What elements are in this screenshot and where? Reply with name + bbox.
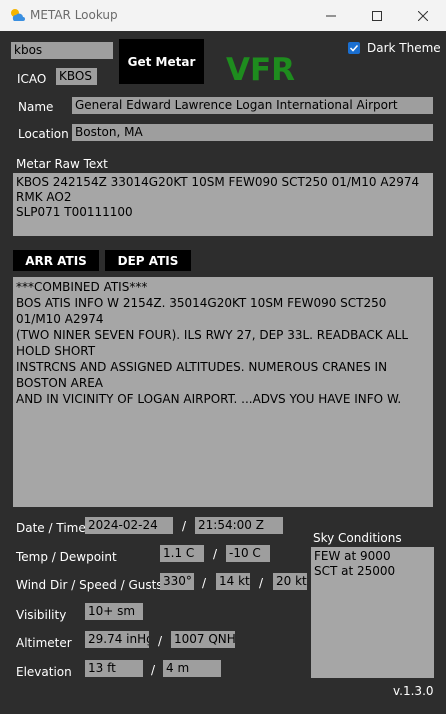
maximize-icon [372,10,382,21]
sky-conditions-label: Sky Conditions [313,531,402,545]
airport-name-value: General Edward Lawrence Logan Internatio… [72,97,433,114]
separator: / [151,663,156,677]
temp-dewpoint-label: Temp / Dewpoint [16,550,117,564]
dewpoint-value: -10 C [226,545,270,562]
version-label: v.1.3.0 [393,684,434,698]
dark-theme-label: Dark Theme [367,41,441,55]
altimeter-label: Altimeter [16,636,72,650]
visibility-label: Visibility [16,608,67,622]
get-metar-button[interactable]: Get Metar [119,39,204,84]
altimeter-inhg-value: 29.74 inHg [85,631,149,648]
temperature-value: 1.1 C [160,545,204,562]
icao-label: ICAO [17,72,47,86]
altimeter-qnh-value: 1007 QNH [171,631,235,648]
sky-conditions-list: FEW at 9000 SCT at 25000 [311,547,434,678]
elevation-ft-value: 13 ft [85,660,143,677]
minimize-icon [326,15,336,16]
separator: / [158,634,163,648]
metar-raw-label: Metar Raw Text [16,157,108,171]
elevation-label: Elevation [16,665,72,679]
maximize-button[interactable] [354,0,400,31]
icao-search-input[interactable]: kbos [11,42,113,59]
atis-line: (TWO NINER SEVEN FOUR). ILS RWY 27, DEP … [16,328,409,358]
atis-line: ***COMBINED ATIS*** [16,280,148,294]
atis-line: INSTRCNS AND ASSIGNED ALTITUDES. NUMEROU… [16,360,388,390]
wind-direction-value: 330° [160,573,194,590]
metar-line: KBOS 242154Z 33014G20KT 10SM FEW090 SCT2… [16,175,420,204]
metar-line: SLP071 T00111100 [16,205,133,219]
minimize-button[interactable] [308,0,354,31]
wind-label: Wind Dir / Speed / Gusts [16,578,163,592]
separator: / [213,547,218,561]
icao-value: KBOS [56,68,97,85]
datetime-label: Date / Time [16,521,86,535]
location-value: Boston, MA [72,124,433,141]
arr-atis-button[interactable]: ARR ATIS [13,250,99,271]
sky-layer: SCT at 25000 [314,564,396,578]
name-label: Name [18,100,54,114]
atis-line: AND IN VICINITY OF LOGAN AIRPORT. ...ADV… [16,392,402,406]
window-title: METAR Lookup [30,8,118,22]
location-label: Location [18,127,69,141]
dep-atis-button[interactable]: DEP ATIS [105,250,191,271]
atis-line: BOS ATIS INFO W 2154Z. 35014G20KT 10SM F… [16,296,387,326]
app-weather-icon [11,9,25,21]
flight-category-indicator: VFR [226,52,296,88]
atis-text-area: ***COMBINED ATIS*** BOS ATIS INFO W 2154… [13,277,433,507]
sky-layer: FEW at 9000 [314,549,391,563]
checkmark-icon [349,44,359,52]
title-bar: METAR Lookup [0,0,446,31]
separator: / [202,576,207,590]
time-value: 21:54:00 Z [195,517,283,534]
visibility-value: 10+ sm [85,603,143,620]
close-icon [418,10,428,21]
metar-raw-text: KBOS 242154Z 33014G20KT 10SM FEW090 SCT2… [13,173,433,236]
close-button[interactable] [400,0,446,31]
separator: / [182,519,187,533]
dark-theme-checkbox[interactable] [348,42,360,54]
separator: / [259,576,264,590]
date-value: 2024-02-24 [85,517,173,534]
wind-gust-value: 20 kt [273,573,307,590]
wind-speed-value: 14 kt [216,573,250,590]
elevation-m-value: 4 m [163,660,221,677]
